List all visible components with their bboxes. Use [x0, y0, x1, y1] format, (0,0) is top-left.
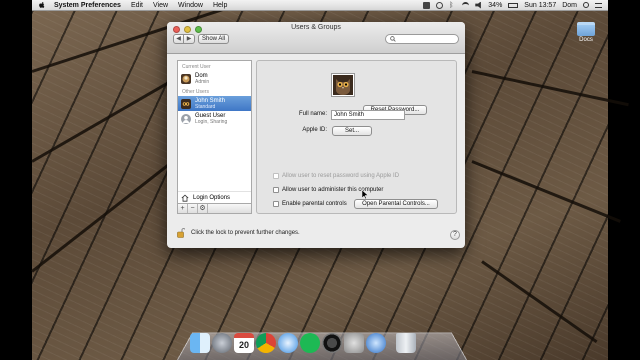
full-name-field[interactable]: John Smith: [331, 110, 405, 120]
help-button[interactable]: ?: [450, 230, 460, 240]
system-preferences-icon[interactable]: [344, 333, 364, 353]
open-parental-controls-button[interactable]: Open Parental Controls...: [354, 199, 438, 209]
battery-icon[interactable]: [508, 2, 519, 8]
user-photo[interactable]: [331, 73, 355, 97]
lock-text: Click the lock to prevent further change…: [191, 229, 300, 236]
volume-icon[interactable]: [475, 1, 481, 9]
user-detail-panel: Reset Password... Full name: John Smith …: [256, 60, 457, 214]
spotify-icon[interactable]: [300, 333, 320, 353]
docs-folder-label: Docs: [579, 37, 593, 43]
reset-password-apple-id-checkbox: Allow user to reset password using Apple…: [273, 173, 399, 179]
nav-buttons: ◀ ▶: [173, 34, 195, 44]
checkbox-label: Allow user to administer this computer: [282, 187, 384, 193]
back-button[interactable]: ◀: [173, 34, 184, 44]
checkbox-label: Enable parental controls: [282, 201, 347, 207]
user-role: Admin: [195, 78, 210, 85]
sidebar-item-john-smith[interactable]: John Smith Standard: [178, 96, 251, 111]
unlocked-padlock-icon[interactable]: [177, 227, 185, 238]
parental-controls-checkbox[interactable]: Enable parental controls: [273, 201, 347, 207]
sidebar-item-guest-user[interactable]: Guest User Login, Sharing: [178, 111, 251, 126]
full-name-label: Full name:: [298, 111, 327, 117]
show-all-button[interactable]: Show All: [198, 34, 229, 44]
calendar-icon[interactable]: 20: [234, 333, 254, 353]
guest-avatar-icon: [181, 113, 191, 124]
user-name: Dom: [195, 72, 208, 79]
dock: 20: [190, 327, 458, 353]
eagle-avatar-icon: [181, 73, 191, 84]
safari-icon[interactable]: [278, 333, 298, 353]
mouse-cursor-icon: [362, 190, 368, 199]
search-input[interactable]: [385, 34, 459, 44]
action-gear-button[interactable]: ⚙: [198, 204, 208, 213]
time-machine-icon[interactable]: [436, 1, 444, 9]
search-icon: [390, 36, 396, 42]
finder-icon[interactable]: [190, 333, 210, 353]
set-apple-id-button[interactable]: Set...: [332, 126, 372, 136]
remove-user-button[interactable]: −: [188, 204, 198, 213]
menu-view[interactable]: View: [153, 2, 168, 9]
folder-icon: [577, 22, 595, 36]
menubar-user[interactable]: Dom: [562, 2, 577, 9]
add-user-button[interactable]: +: [178, 204, 188, 213]
camera-icon[interactable]: [322, 333, 342, 353]
quicktime-icon[interactable]: [366, 333, 386, 353]
chrome-icon[interactable]: [256, 333, 276, 353]
other-users-header: Other Users: [182, 89, 209, 95]
user-role: Login, Sharing: [195, 118, 228, 125]
login-options-label: Login Options: [193, 194, 231, 201]
users-groups-window: Users & Groups ◀ ▶ Show All Current User…: [167, 22, 465, 248]
apple-id-label: Apple ID:: [302, 127, 327, 133]
sidebar-toolbar: + − ⚙: [178, 203, 251, 213]
spotlight-icon[interactable]: [583, 2, 589, 8]
menu-window[interactable]: Window: [178, 2, 203, 9]
house-icon: [181, 194, 189, 202]
menubar-clock[interactable]: Sun 13:57: [524, 2, 556, 9]
user-role: Standard: [195, 103, 216, 110]
docs-folder[interactable]: Docs: [575, 22, 597, 43]
checkbox-label: Allow user to reset password using Apple…: [282, 173, 400, 179]
window-titlebar: Users & Groups ◀ ▶ Show All: [167, 22, 465, 54]
trash-icon[interactable]: [396, 333, 416, 353]
user-name: Guest User: [195, 112, 226, 119]
login-options-item[interactable]: Login Options: [178, 191, 251, 203]
launchpad-icon[interactable]: [212, 333, 232, 353]
notification-center-icon[interactable]: [595, 2, 602, 8]
sidebar-item-dom[interactable]: Dom Admin: [178, 71, 251, 86]
current-user-header: Current User: [182, 64, 211, 70]
forward-button[interactable]: ▶: [184, 34, 195, 44]
user-name: John Smith: [195, 97, 226, 104]
menu-bar: System Preferences Edit View Window Help…: [32, 0, 608, 11]
apple-menu-icon[interactable]: [38, 1, 46, 9]
window-title: Users & Groups: [291, 24, 341, 31]
menu-app-name[interactable]: System Preferences: [54, 2, 121, 9]
battery-percent[interactable]: 34%: [488, 2, 502, 9]
menu-edit[interactable]: Edit: [131, 2, 143, 9]
dropbox-icon[interactable]: [423, 1, 431, 9]
owl-avatar-icon: [181, 98, 191, 109]
menu-help[interactable]: Help: [213, 2, 227, 9]
lock-row: Click the lock to prevent further change…: [177, 227, 300, 238]
bluetooth-icon[interactable]: ᛒ: [449, 2, 456, 9]
users-sidebar: Current User Dom Admin Other Users John …: [177, 60, 252, 214]
calendar-day: 20: [238, 340, 249, 350]
wifi-icon[interactable]: [462, 1, 470, 9]
